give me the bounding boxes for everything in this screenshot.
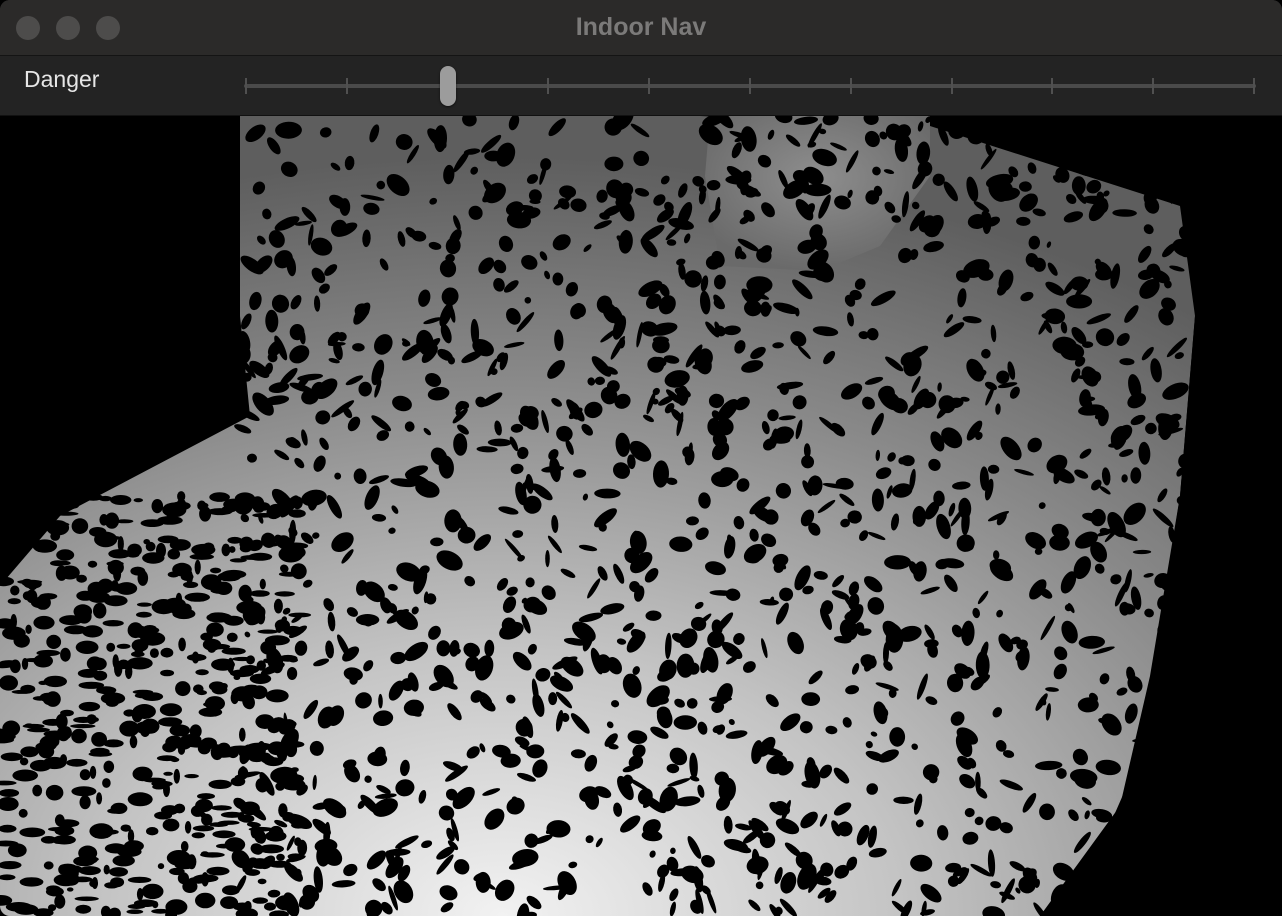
slider-thumb[interactable]: [439, 66, 456, 106]
danger-label: Danger: [24, 66, 100, 92]
app-window: Indoor Nav Danger: [0, 0, 1282, 916]
controls-bar: Danger: [0, 56, 1282, 116]
depth-map-image: [0, 116, 1282, 916]
slider-tick: [849, 78, 852, 94]
slider-tick: [345, 78, 348, 94]
slider-tick: [749, 78, 751, 94]
depth-image-view: [0, 116, 1282, 916]
danger-slider[interactable]: [244, 64, 1256, 108]
slider-tick: [950, 78, 953, 94]
slider-tick: [547, 78, 550, 94]
window-title: Indoor Nav: [575, 13, 707, 41]
slider-tick: [1051, 78, 1054, 94]
slider-tick: [648, 78, 651, 94]
slider-tick: [1253, 78, 1255, 94]
slider-tick: [1152, 78, 1155, 94]
slider-tick: [245, 78, 247, 94]
title-bar[interactable]: Indoor Nav: [0, 0, 1282, 56]
